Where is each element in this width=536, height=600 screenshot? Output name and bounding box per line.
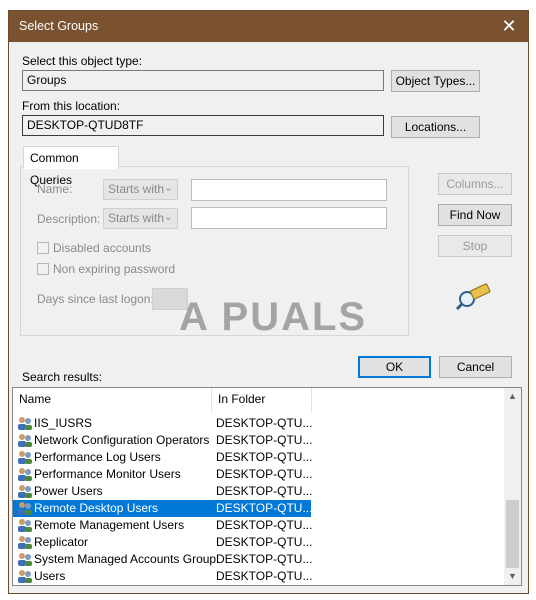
scroll-up-icon[interactable]: ▲	[504, 388, 521, 405]
group-icon	[18, 502, 32, 515]
name-mode-select: Starts with ⌄	[103, 179, 178, 200]
ok-button[interactable]: OK	[358, 356, 431, 378]
find-now-button[interactable]: Find Now	[438, 204, 512, 226]
table-row[interactable]: System Managed Accounts Group DESKTOP-QT…	[13, 551, 313, 568]
group-icon	[18, 570, 32, 583]
object-types-button[interactable]: Object Types...	[391, 70, 480, 92]
group-icon	[18, 519, 32, 532]
row-folder: DESKTOP-QTU...	[216, 552, 313, 566]
select-groups-dialog: Select Groups ✕ Select this object type:…	[8, 10, 529, 594]
vertical-scrollbar[interactable]: ▲ ▼	[504, 388, 521, 585]
row-name: Network Configuration Operators	[34, 433, 210, 447]
row-folder: DESKTOP-QTU...	[216, 501, 313, 515]
object-type-field: Groups	[22, 70, 384, 91]
table-row[interactable]: Users DESKTOP-QTU...	[13, 568, 313, 585]
table-row-selected[interactable]: Remote Desktop Users DESKTOP-QTU...	[13, 500, 313, 517]
group-icon	[18, 553, 32, 566]
object-type-label: Select this object type:	[22, 54, 143, 68]
row-folder: DESKTOP-QTU...	[216, 433, 313, 447]
disabled-accounts-checkbox	[37, 242, 49, 254]
group-icon	[18, 434, 32, 447]
column-header-name[interactable]: Name	[13, 388, 212, 412]
description-label: Description:	[37, 212, 101, 226]
row-name: Remote Management Users	[34, 518, 185, 532]
row-folder: DESKTOP-QTU...	[216, 450, 313, 464]
row-folder: DESKTOP-QTU...	[216, 569, 313, 583]
chevron-down-icon: ⌄	[163, 211, 173, 223]
search-magnifier-icon	[456, 283, 491, 311]
stop-button: Stop	[438, 235, 512, 257]
row-name: Performance Monitor Users	[34, 467, 181, 481]
scrollbar-thumb[interactable]	[506, 500, 519, 568]
cancel-button[interactable]: Cancel	[439, 356, 512, 378]
row-name: IIS_IUSRS	[34, 416, 93, 430]
row-folder: DESKTOP-QTU...	[216, 416, 313, 430]
table-row[interactable]: Remote Management Users DESKTOP-QTU...	[13, 517, 313, 534]
appuals-watermark: A PUALS	[179, 295, 368, 339]
row-folder: DESKTOP-QTU...	[216, 518, 313, 532]
description-mode-select: Starts with ⌄	[103, 208, 178, 229]
row-folder: DESKTOP-QTU...	[216, 484, 313, 498]
group-icon	[18, 485, 32, 498]
row-folder: DESKTOP-QTU...	[216, 467, 313, 481]
name-mode-value: Starts with	[108, 182, 165, 196]
locations-button[interactable]: Locations...	[391, 116, 480, 138]
close-icon[interactable]: ✕	[498, 15, 520, 37]
table-row[interactable]: Performance Log Users DESKTOP-QTU...	[13, 449, 313, 466]
days-since-logon-label: Days since last logon:	[37, 292, 154, 306]
group-icon	[18, 451, 32, 464]
table-row[interactable]: Power Users DESKTOP-QTU...	[13, 483, 313, 500]
column-header-in-folder[interactable]: In Folder	[212, 388, 312, 412]
table-row[interactable]: IIS_IUSRS DESKTOP-QTU...	[13, 415, 313, 432]
table-row[interactable]: Network Configuration Operators DESKTOP-…	[13, 432, 313, 449]
row-name: Users	[34, 569, 66, 583]
group-icon	[18, 536, 32, 549]
group-icon	[18, 417, 32, 430]
search-results-list[interactable]: Name In Folder IIS_IUSRS DESKTOP-QTU... …	[12, 387, 522, 586]
location-field: DESKTOP-QTUD8TF	[22, 115, 384, 136]
description-input	[191, 207, 387, 229]
row-name: System Managed Accounts Group	[34, 552, 217, 566]
group-icon	[18, 468, 32, 481]
non-expiring-password-label: Non expiring password	[53, 262, 176, 276]
description-mode-value: Starts with	[108, 211, 165, 225]
window-title: Select Groups	[19, 19, 99, 33]
search-results-label: Search results:	[22, 370, 103, 384]
location-label: From this location:	[22, 99, 121, 113]
row-name: Replicator	[34, 535, 89, 549]
name-label: Name:	[37, 182, 73, 196]
scroll-down-icon[interactable]: ▼	[504, 568, 521, 585]
row-name: Performance Log Users	[34, 450, 161, 464]
row-name: Power Users	[34, 484, 103, 498]
non-expiring-password-checkbox	[37, 263, 49, 275]
name-input	[191, 179, 387, 201]
columns-button: Columns...	[438, 173, 512, 195]
title-bar: Select Groups ✕	[9, 11, 528, 42]
table-row[interactable]: Replicator DESKTOP-QTU...	[13, 534, 313, 551]
table-row[interactable]: Performance Monitor Users DESKTOP-QTU...	[13, 466, 313, 483]
row-name: Remote Desktop Users	[34, 501, 159, 515]
chevron-down-icon: ⌄	[163, 182, 173, 194]
disabled-accounts-label: Disabled accounts	[53, 241, 152, 255]
row-folder: DESKTOP-QTU...	[216, 535, 313, 549]
